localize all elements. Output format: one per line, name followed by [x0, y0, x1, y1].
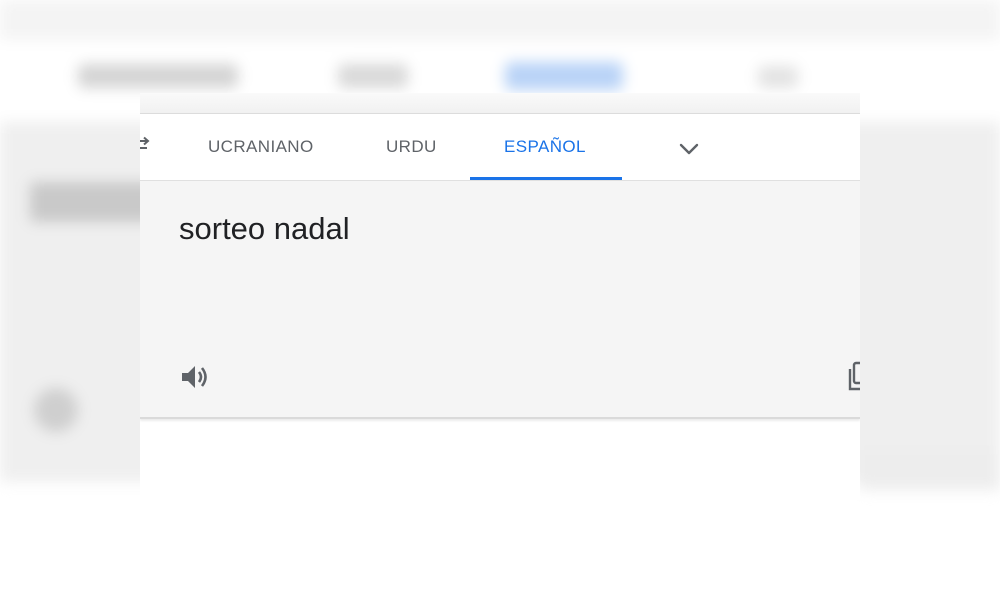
panel-top-edge — [140, 93, 860, 114]
target-language-tabs: UCRANIANO URDU ESPAÑOL — [140, 114, 860, 181]
panel-bottom-area — [140, 419, 860, 500]
translated-text[interactable]: sorteo nadal — [179, 211, 350, 247]
background-nav-item — [338, 64, 408, 88]
background-top-bar — [0, 0, 1000, 40]
screenshot-stage: UCRANIANO URDU ESPAÑOL sorteo nadal — [0, 0, 1000, 590]
background-strip — [860, 450, 1000, 490]
tab-urdu[interactable]: URDU — [386, 114, 437, 180]
speaker-icon[interactable] — [178, 361, 210, 393]
chevron-down-icon[interactable] — [678, 138, 700, 160]
active-tab-indicator — [470, 177, 622, 180]
translation-result-box: sorteo nadal — [140, 181, 860, 419]
tab-espanol[interactable]: ESPAÑOL — [504, 114, 586, 180]
copy-icon[interactable] — [846, 361, 860, 393]
translation-panel: UCRANIANO URDU ESPAÑOL sorteo nadal — [140, 93, 860, 500]
background-nav-item — [78, 64, 238, 88]
background-avatar — [34, 388, 78, 432]
tab-ucraniano[interactable]: UCRANIANO — [208, 114, 314, 180]
background-nav-item-active — [505, 62, 623, 90]
background-nav-item — [758, 66, 798, 88]
swap-arrows-icon[interactable] — [140, 136, 154, 154]
